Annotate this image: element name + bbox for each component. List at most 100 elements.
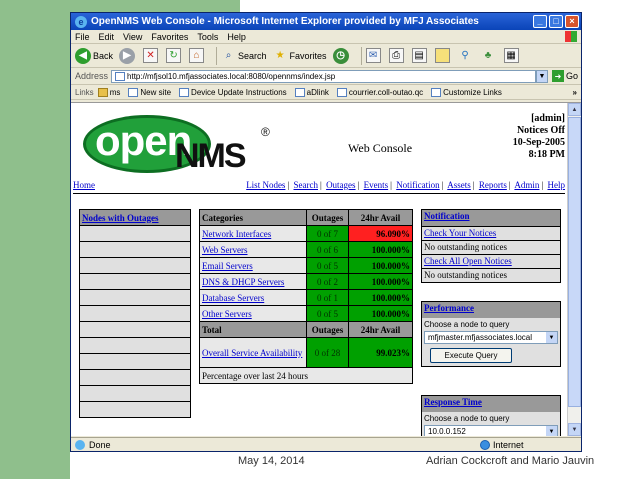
edit-button[interactable]: ▤ (411, 48, 429, 63)
execute-query-button[interactable]: Execute Query (430, 348, 512, 363)
category-link[interactable]: Web Servers (202, 245, 248, 255)
nav-assets[interactable]: Assets (447, 180, 471, 190)
address-input[interactable]: http://mfjsol10.mfjassociates.local:8080… (111, 69, 536, 83)
category-row: Web Servers 0 of 6 100.000% (199, 241, 413, 258)
address-dropdown-icon[interactable]: ▼ (535, 69, 548, 83)
page-icon (431, 87, 442, 97)
menu-favorites[interactable]: Favorites (151, 32, 188, 42)
mail-button[interactable]: ✉ (365, 48, 383, 63)
category-avail: 100.000% (348, 305, 413, 322)
category-name-cell: DNS & DHCP Servers (199, 273, 307, 290)
overall-availability-link[interactable]: Overall Service Availability (202, 348, 302, 358)
menu-file[interactable]: File (75, 32, 90, 42)
nav-reports[interactable]: Reports (479, 180, 507, 190)
title-bar[interactable]: e OpenNMS Web Console - Microsoft Intern… (71, 13, 581, 30)
nav-events[interactable]: Events (364, 180, 389, 190)
print-button[interactable]: ⎙ (388, 48, 406, 63)
minimize-button[interactable]: _ (533, 15, 547, 28)
current-time: 8:18 PM (528, 149, 565, 160)
scroll-thumb[interactable] (568, 117, 581, 407)
menu-edit[interactable]: Edit (99, 32, 115, 42)
link-ms[interactable]: ms (97, 87, 120, 97)
back-arrow-icon: ◀ (75, 47, 91, 64)
category-link[interactable]: Network Interfaces (202, 229, 271, 239)
tools-button[interactable]: ▦ (503, 48, 521, 63)
research-button[interactable]: ⚲ (458, 48, 475, 63)
refresh-button[interactable]: ↻ (166, 48, 183, 63)
check-your-notices-link[interactable]: Check Your Notices (424, 228, 496, 238)
page-icon (294, 87, 305, 97)
categories-table: Categories Outages 24hr Avail Network In… (199, 209, 413, 384)
link-courrier[interactable]: courrier.coll-outao.qc (336, 87, 423, 97)
category-link[interactable]: Other Servers (202, 309, 252, 319)
link-label: aDlink (306, 87, 329, 97)
search-button[interactable]: ⌕ Search (221, 48, 267, 63)
messenger-button[interactable]: ♣ (481, 48, 498, 63)
response-time-label: Choose a node to query (422, 412, 560, 425)
performance-link[interactable]: Performance (424, 303, 474, 313)
empty-row (79, 273, 191, 290)
menu-view[interactable]: View (123, 32, 142, 42)
vertical-scrollbar[interactable]: ▲ ▼ (567, 103, 581, 436)
browser-window: e OpenNMS Web Console - Microsoft Intern… (70, 12, 582, 452)
link-adlink[interactable]: aDlink (294, 87, 329, 97)
slide-footer-date: May 14, 2014 (238, 455, 305, 467)
check-all-notices-link[interactable]: Check All Open Notices (424, 256, 512, 266)
status-text: Done (89, 440, 111, 450)
nav-home-link[interactable]: Home (73, 180, 95, 190)
category-row: Email Servers 0 of 5 100.000% (199, 257, 413, 274)
page-icon (179, 87, 190, 97)
nav-notification[interactable]: Notification (396, 180, 440, 190)
response-time-link[interactable]: Response Time (424, 397, 482, 407)
category-link[interactable]: Email Servers (202, 261, 253, 271)
logo-registered-mark: ® (261, 125, 270, 139)
empty-row (79, 385, 191, 402)
menu-tools[interactable]: Tools (197, 32, 218, 42)
research-icon: ⚲ (461, 50, 469, 61)
scroll-down-icon[interactable]: ▼ (568, 423, 581, 436)
nav-list-nodes[interactable]: List Nodes (246, 180, 285, 190)
links-label: Links (75, 87, 94, 97)
globe-icon (480, 440, 490, 450)
discuss-button[interactable] (434, 48, 452, 63)
link-device-update[interactable]: Device Update Instructions (179, 87, 287, 97)
ie-icon: e (75, 15, 87, 28)
category-outages: 0 of 6 (306, 241, 349, 258)
category-name-cell: Network Interfaces (199, 225, 307, 242)
history-button[interactable]: ◷ (332, 47, 351, 64)
menu-help[interactable]: Help (227, 32, 246, 42)
notification-link[interactable]: Notification (424, 211, 470, 221)
home-icon: ⌂ (189, 48, 205, 63)
close-button[interactable]: × (565, 15, 579, 28)
link-customize[interactable]: Customize Links (431, 87, 502, 97)
stop-button[interactable]: ✕ (143, 48, 160, 63)
go-button[interactable]: ➜ Go (551, 70, 578, 82)
page-viewport: open NMS ® Web Console [admin] Notices O… (71, 102, 581, 436)
nodes-with-outages-link[interactable]: Nodes with Outages (82, 213, 159, 223)
empty-row (79, 401, 191, 418)
favorites-button[interactable]: ★ Favorites (273, 48, 327, 63)
category-avail: 96.090% (348, 225, 413, 242)
category-link[interactable]: Database Servers (202, 293, 264, 303)
go-arrow-icon: ➜ (551, 70, 564, 82)
links-more-chevron[interactable]: » (573, 88, 577, 97)
nav-admin[interactable]: Admin (514, 180, 539, 190)
forward-button[interactable]: ▶ (119, 47, 137, 64)
category-name-cell: Database Servers (199, 289, 307, 306)
link-new-site[interactable]: New site (128, 87, 171, 97)
nav-outages[interactable]: Outages (326, 180, 356, 190)
nav-help[interactable]: Help (548, 180, 566, 190)
back-button[interactable]: ◀ Back (75, 47, 113, 64)
scroll-up-icon[interactable]: ▲ (568, 103, 581, 116)
address-url: http://mfjsol10.mfjassociates.local:8080… (127, 71, 336, 81)
nav-search[interactable]: Search (294, 180, 319, 190)
response-time-node-select[interactable]: 10.0.0.152 ▼ (424, 425, 558, 436)
opennms-logo[interactable]: open NMS ® (83, 115, 270, 177)
maximize-button[interactable]: □ (549, 15, 563, 28)
category-link[interactable]: DNS & DHCP Servers (202, 277, 284, 287)
search-label: Search (238, 50, 267, 61)
empty-row (79, 321, 191, 338)
category-avail: 100.000% (348, 257, 413, 274)
performance-node-select[interactable]: mfjmaster.mfjassociates.local ▼ (424, 331, 558, 344)
home-button[interactable]: ⌂ (189, 48, 206, 63)
